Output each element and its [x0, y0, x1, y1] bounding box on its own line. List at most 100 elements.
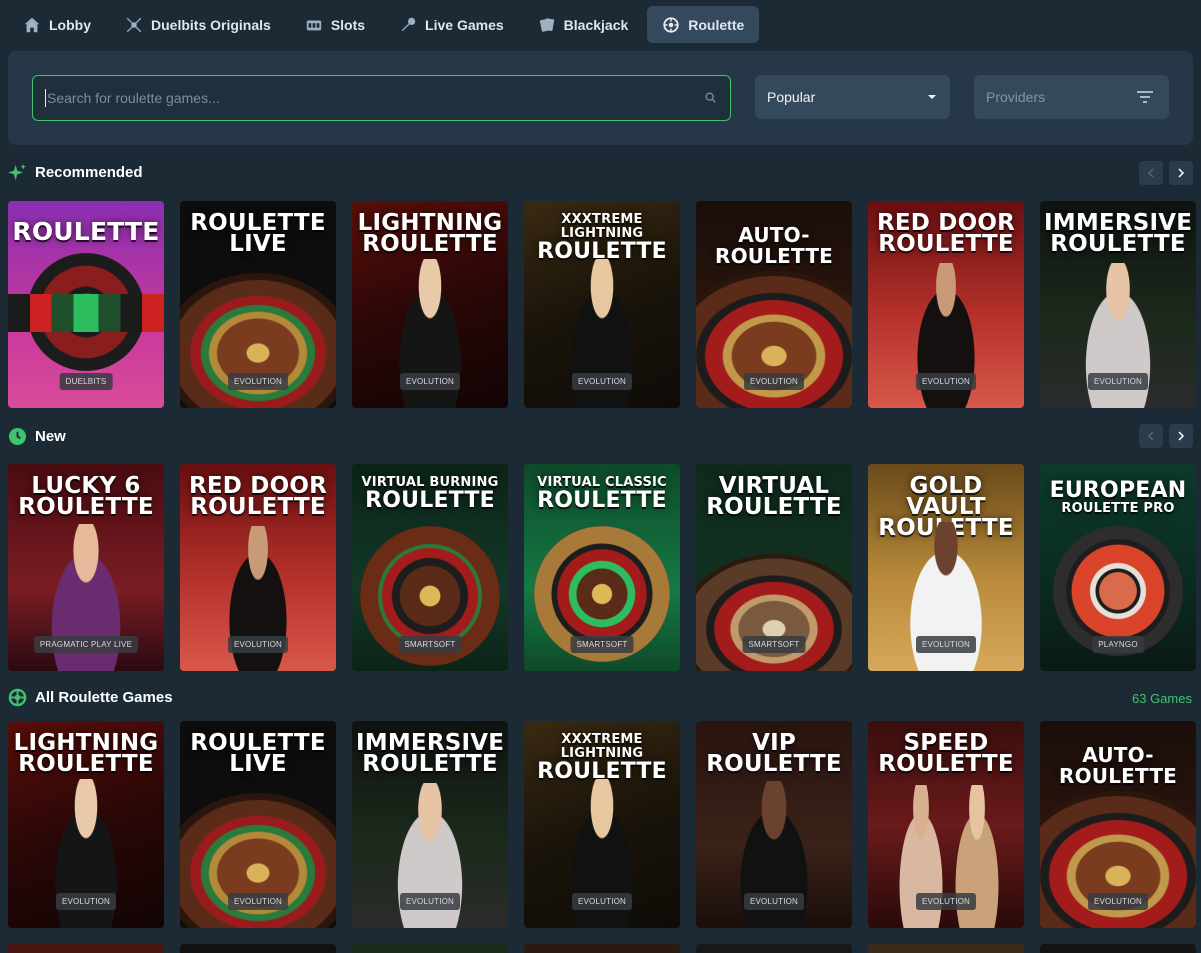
game-card[interactable]: SPEED ROULETTE EVOLUTION	[868, 721, 1024, 928]
game-card[interactable]: GOLD VAULT ROULETTE EVOLUTION	[868, 464, 1024, 671]
game-card[interactable]	[180, 944, 336, 953]
provider-badge: PRAGMATIC PLAY LIVE	[33, 636, 139, 653]
text-cursor	[45, 89, 46, 107]
roulette-wheel-image	[696, 554, 852, 671]
game-card[interactable]: XXXTREME LIGHTNING ROULETTE EVOLUTION	[524, 721, 680, 928]
search-icon[interactable]	[704, 91, 718, 105]
game-title: ROULETTE	[12, 217, 160, 246]
section-title: Recommended	[35, 163, 143, 181]
game-card[interactable]: IMMERSIVE ROULETTE EVOLUTION	[1040, 201, 1196, 408]
game-card[interactable]: LUCKY 6 ROULETTE PRAGMATIC PLAY LIVE	[8, 464, 164, 671]
provider-badge: SMARTSOFT	[742, 636, 806, 653]
next-button[interactable]	[1169, 424, 1193, 448]
game-card[interactable]: ROULETTE LIVE EVOLUTION	[180, 721, 336, 928]
provider-badge: SMARTSOFT	[398, 636, 462, 653]
tab-roulette[interactable]: Roulette	[647, 6, 760, 43]
game-card[interactable]: VIRTUAL ROULETTE SMARTSOFT	[696, 464, 852, 671]
game-card[interactable]: VIP ROULETTE EVOLUTION	[696, 721, 852, 928]
provider-badge: PLAYNGO	[1092, 636, 1144, 653]
game-card[interactable]: ROULETTE LIVE EVOLUTION	[180, 201, 336, 408]
prev-button[interactable]	[1139, 424, 1163, 448]
game-title: AUTO-ROULETTE	[1058, 743, 1178, 788]
providers-filter[interactable]: Providers	[974, 75, 1169, 119]
game-card[interactable]: AUTO-ROULETTE EVOLUTION	[696, 201, 852, 408]
game-card[interactable]: ROULETTE DUELBITS	[8, 201, 164, 408]
game-title: IMMERSIVE ROULETTE	[356, 730, 505, 777]
provider-badge: EVOLUTION	[743, 373, 805, 390]
game-title: RED DOOR ROULETTE	[188, 473, 328, 520]
provider-badge: EVOLUTION	[227, 893, 289, 910]
tab-label: Live Games	[425, 16, 504, 33]
game-title: EUROPEAN	[1049, 478, 1187, 503]
section-header-recommended: Recommended	[8, 160, 143, 184]
provider-badge: EVOLUTION	[571, 893, 633, 910]
game-card[interactable]: XXXTREME LIGHTNING ROULETTE EVOLUTION	[524, 201, 680, 408]
tab-duelbits-originals[interactable]: Duelbits Originals	[110, 6, 286, 43]
game-card[interactable]	[868, 944, 1024, 953]
search-box[interactable]	[32, 75, 731, 121]
game-title: AUTO-ROULETTE	[714, 223, 834, 268]
game-card[interactable]: AUTO-ROULETTE EVOLUTION	[1040, 721, 1196, 928]
home-icon	[24, 17, 40, 32]
tab-live-games[interactable]: Live Games	[384, 6, 519, 43]
new-row: LUCKY 6 ROULETTE PRAGMATIC PLAY LIVE RED…	[8, 464, 1196, 671]
sort-dropdown[interactable]: Popular	[755, 75, 950, 119]
sparkle-icon	[8, 163, 27, 180]
game-card[interactable]	[352, 944, 508, 953]
prev-button[interactable]	[1139, 161, 1163, 185]
tab-label: Duelbits Originals	[151, 16, 271, 33]
tab-label: Lobby	[49, 16, 91, 33]
game-title-wrap: VIRTUAL CLASSIC ROULETTE	[528, 476, 676, 512]
game-card[interactable]: RED DOOR ROULETTE EVOLUTION	[868, 201, 1024, 408]
games-count[interactable]: 63 Games	[1132, 691, 1192, 706]
chevron-left-icon	[1147, 431, 1154, 441]
game-subtitle: XXXTREME LIGHTNING	[560, 212, 644, 241]
roulette-icon	[663, 16, 679, 33]
game-title: IMMERSIVE ROULETTE	[1044, 210, 1193, 257]
tab-lobby[interactable]: Lobby	[8, 6, 106, 43]
game-card[interactable]: RED DOOR ROULETTE EVOLUTION	[180, 464, 336, 671]
game-card[interactable]: VIRTUAL BURNING ROULETTE SMARTSOFT	[352, 464, 508, 671]
game-card[interactable]	[8, 944, 164, 953]
section-header-all: All Roulette Games	[8, 685, 173, 709]
game-title-wrap: VIRTUAL BURNING ROULETTE	[356, 476, 504, 512]
tab-slots[interactable]: Slots	[290, 6, 380, 43]
section-title: New	[35, 427, 66, 445]
sort-selected-value: Popular	[767, 89, 816, 105]
top-nav: Lobby Duelbits Originals Slots Live Game…	[8, 6, 760, 43]
carousel-arrows	[1139, 424, 1193, 448]
carousel-arrows	[1139, 161, 1193, 185]
microphone-icon	[401, 17, 416, 31]
game-title: LUCKY 6 ROULETTE	[18, 473, 154, 520]
game-card[interactable]: IMMERSIVE ROULETTE EVOLUTION	[352, 721, 508, 928]
game-card[interactable]	[1040, 944, 1196, 953]
swords-icon	[126, 17, 142, 32]
game-title: VIRTUAL ROULETTE	[706, 473, 842, 520]
tab-label: Roulette	[688, 16, 745, 33]
roulette-icon	[8, 688, 27, 706]
clock-icon	[8, 427, 27, 445]
slot-machine-icon	[306, 20, 322, 30]
provider-badge: EVOLUTION	[915, 893, 977, 910]
tab-label: Slots	[330, 16, 366, 33]
provider-badge: EVOLUTION	[1087, 893, 1149, 910]
tab-blackjack[interactable]: Blackjack	[523, 6, 644, 43]
game-title: LIGHTNING ROULETTE	[13, 730, 159, 777]
game-card[interactable]: VIRTUAL CLASSIC ROULETTE SMARTSOFT	[524, 464, 680, 671]
game-card[interactable]: EUROPEAN ROULETTE PRO PLAYNGO	[1040, 464, 1196, 671]
tab-label: Blackjack	[563, 16, 629, 33]
game-card[interactable]	[524, 944, 680, 953]
chevron-right-icon	[1178, 431, 1185, 441]
provider-badge: DUELBITS	[59, 373, 113, 390]
game-title: ROULETTE	[365, 488, 495, 513]
next-button[interactable]	[1169, 161, 1193, 185]
game-card[interactable]: LIGHTNING ROULETTE EVOLUTION	[8, 721, 164, 928]
provider-badge: SMARTSOFT	[570, 636, 634, 653]
next-row-peek	[8, 944, 1196, 953]
search-input[interactable]	[47, 90, 704, 106]
game-title: SPEED ROULETTE	[878, 730, 1014, 777]
game-title-wrap: XXXTREME LIGHTNING ROULETTE	[528, 733, 676, 783]
provider-badge: EVOLUTION	[743, 893, 805, 910]
game-card[interactable]: LIGHTNING ROULETTE EVOLUTION	[352, 201, 508, 408]
game-card[interactable]	[696, 944, 852, 953]
